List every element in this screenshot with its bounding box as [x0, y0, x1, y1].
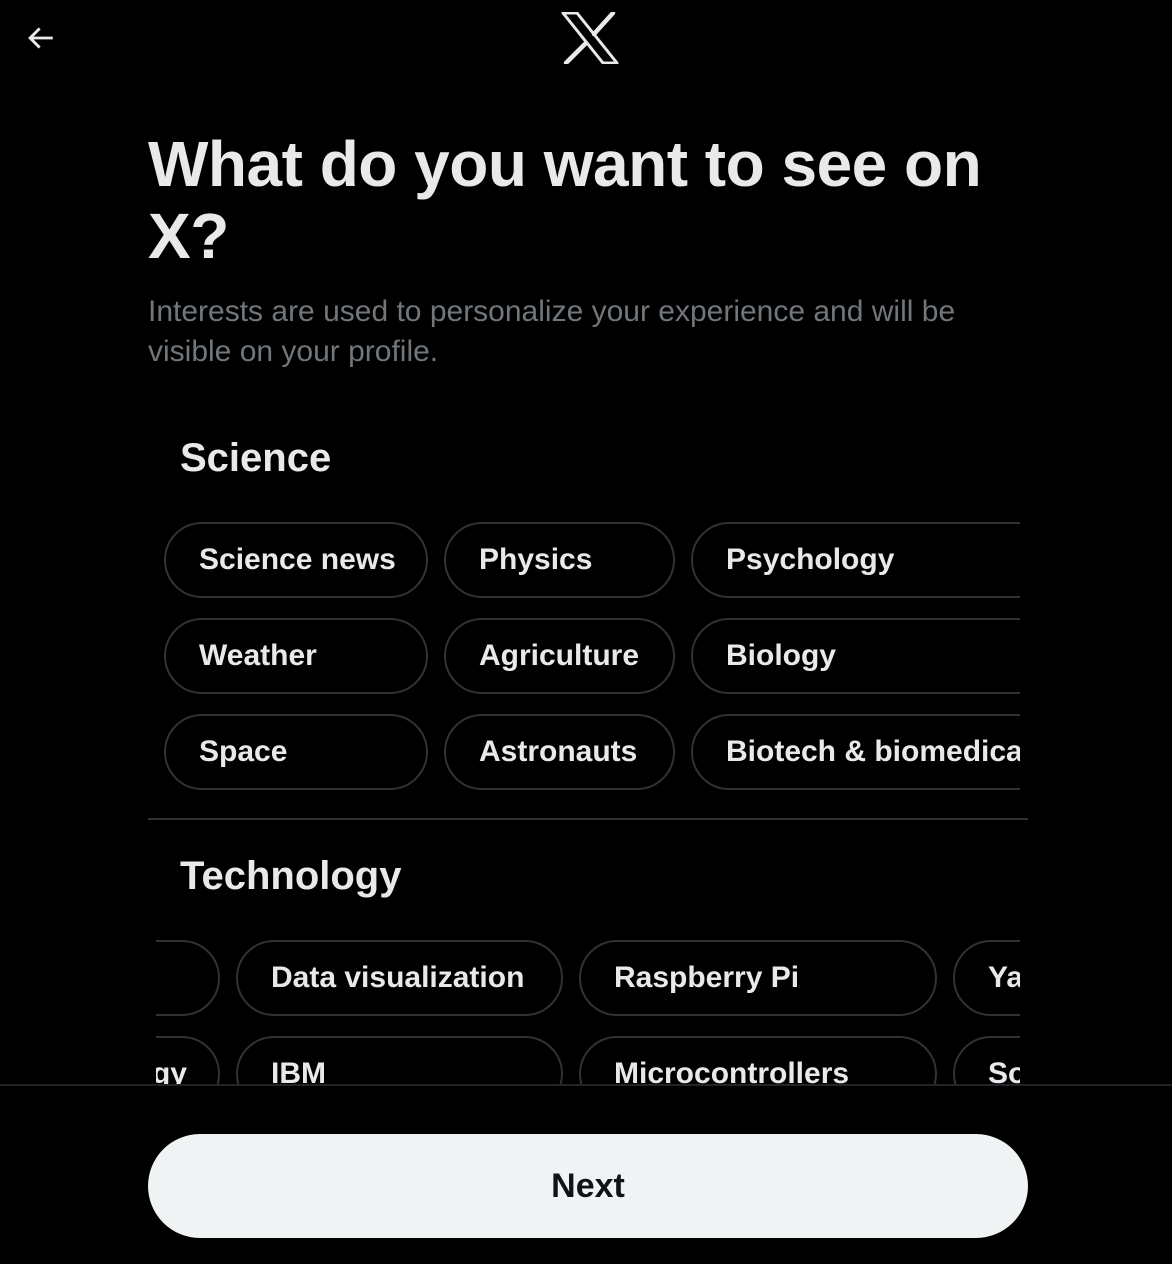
interest-chip[interactable]: IBM [236, 1036, 563, 1084]
arrow-left-icon [28, 27, 53, 49]
page-subtitle: Interests are used to personalize your e… [148, 295, 956, 368]
interest-chip[interactable]: Data visualization [236, 940, 563, 1016]
interest-chip[interactable]: Biotech & biomedical [691, 714, 1020, 790]
interests-list[interactable]: Science Science news Physics Psychology … [148, 420, 1028, 1084]
back-button[interactable] [14, 12, 66, 64]
x-logo-icon [561, 10, 619, 66]
interest-chip[interactable]: gy [156, 1036, 220, 1084]
interest-chip[interactable]: Astronauts [444, 714, 675, 790]
interest-chip[interactable]: Agriculture [444, 618, 675, 694]
section-divider [148, 818, 1028, 820]
interest-chip[interactable]: Weather [164, 618, 428, 694]
interest-chip[interactable] [156, 940, 220, 1016]
interest-chip[interactable]: Psychology [691, 522, 1020, 598]
footer-bar: Next [0, 1084, 1172, 1264]
interest-chip[interactable]: Space [164, 714, 428, 790]
interest-chip[interactable]: Ya [953, 940, 1020, 1016]
next-button[interactable]: Next [148, 1134, 1028, 1238]
interest-chip[interactable]: Raspberry Pi [579, 940, 937, 1016]
page-title: What do you want to see on X? [148, 128, 982, 272]
interest-chip[interactable]: Biology [691, 618, 1020, 694]
section-heading-technology: Technology [180, 854, 402, 898]
interest-chip[interactable]: Science news [164, 522, 428, 598]
section-heading-science: Science [180, 436, 332, 480]
science-chip-grid[interactable]: Science news Physics Psychology Weather … [156, 522, 1020, 798]
interest-chip[interactable]: Microcontrollers [579, 1036, 937, 1084]
technology-chip-grid[interactable]: Data visualization Raspberry Pi Ya gy IB… [156, 940, 1020, 1084]
interest-chip[interactable]: So [953, 1036, 1020, 1084]
interest-chip[interactable]: Physics [444, 522, 675, 598]
